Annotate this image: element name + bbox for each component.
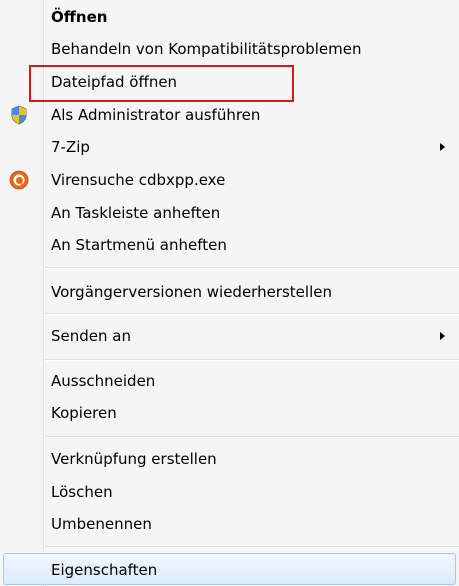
menu-item-run-as-admin[interactable]: Als Administrator ausführen [0, 99, 459, 131]
menu-item-label: Virensuche cdbxpp.exe [51, 171, 226, 189]
menu-item-label: An Startmenü anheften [51, 236, 227, 254]
menu-item-virus-scan[interactable]: Virensuche cdbxpp.exe [0, 164, 459, 196]
menu-item-label: Ausschneiden [51, 372, 156, 390]
menu-item-troubleshoot-compatibility[interactable]: Behandeln von Kompatibilitätsproblemen [0, 33, 459, 65]
menu-separator [45, 546, 459, 548]
menu-item-label: 7-Zip [51, 138, 90, 156]
menu-item-label: Als Administrator ausführen [51, 106, 261, 124]
menu-item-rename[interactable]: Umbenennen [0, 508, 459, 540]
menu-item-restore-previous-versions[interactable]: Vorgängerversionen wiederherstellen [0, 276, 459, 308]
menu-separator [45, 267, 459, 269]
antivirus-icon [9, 170, 29, 190]
menu-item-copy[interactable]: Kopieren [0, 397, 459, 429]
menu-item-7zip[interactable]: 7-Zip [0, 131, 459, 163]
context-menu: Öffnen Behandeln von Kompatibilitätsprob… [0, 0, 459, 586]
menu-separator [45, 436, 459, 438]
menu-item-label: Umbenennen [51, 515, 152, 533]
menu-item-open-file-location[interactable]: Dateipfad öffnen [0, 66, 459, 98]
menu-item-label: Eigenschaften [51, 561, 158, 579]
menu-item-label: Behandeln von Kompatibilitätsproblemen [51, 40, 362, 58]
submenu-arrow-icon [440, 143, 445, 151]
menu-item-create-shortcut[interactable]: Verknüpfung erstellen [0, 443, 459, 475]
menu-item-properties[interactable]: Eigenschaften [3, 553, 456, 585]
menu-item-label: Senden an [51, 327, 131, 345]
uac-shield-icon [9, 105, 29, 125]
menu-separator [45, 359, 459, 361]
menu-item-label: An Taskleiste anheften [51, 204, 221, 222]
menu-item-delete[interactable]: Löschen [0, 476, 459, 508]
menu-item-label: Verknüpfung erstellen [51, 450, 217, 468]
submenu-arrow-icon [440, 332, 445, 340]
menu-item-send-to[interactable]: Senden an [0, 320, 459, 352]
menu-separator [45, 313, 459, 315]
menu-item-label: Vorgängerversionen wiederherstellen [51, 283, 332, 301]
menu-item-label: Öffnen [51, 8, 108, 26]
menu-item-label: Löschen [51, 483, 113, 501]
menu-item-open[interactable]: Öffnen [0, 1, 459, 33]
menu-item-pin-to-start[interactable]: An Startmenü anheften [0, 229, 459, 261]
menu-item-label: Kopieren [51, 404, 117, 422]
menu-item-pin-to-taskbar[interactable]: An Taskleiste anheften [0, 197, 459, 229]
menu-item-label: Dateipfad öffnen [51, 73, 178, 91]
menu-item-cut[interactable]: Ausschneiden [0, 365, 459, 397]
